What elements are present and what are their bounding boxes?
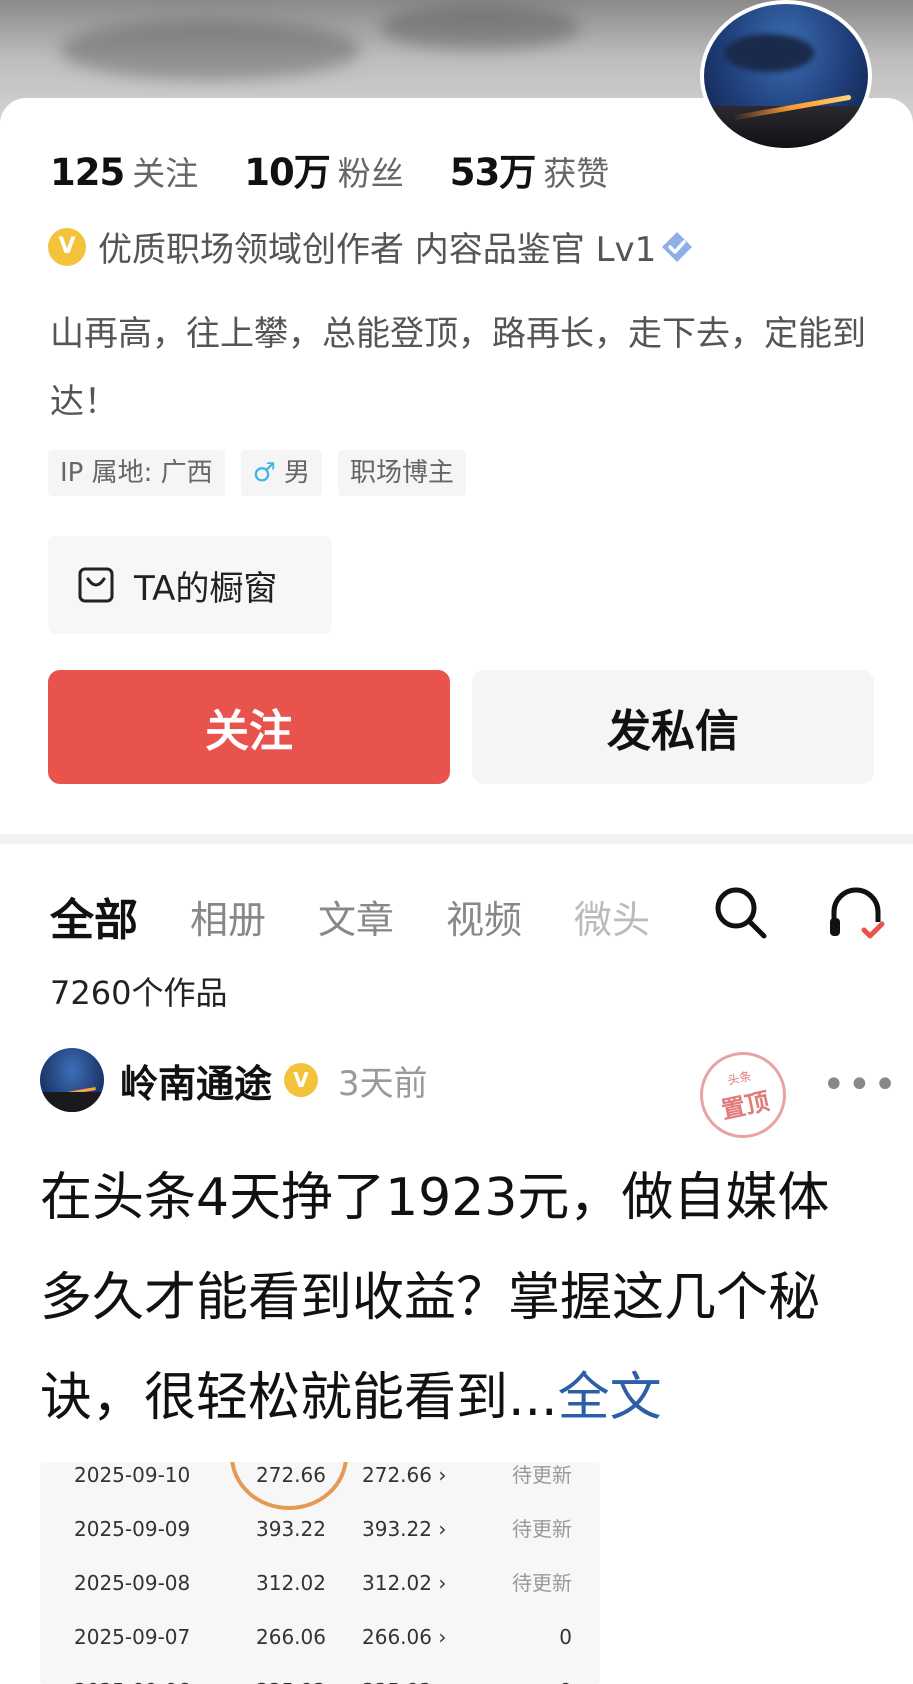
row-status: 待更新 [512,1571,572,1595]
row-date: 2025-09-10 [74,1463,191,1487]
author-avatar[interactable] [40,1048,104,1112]
profile-tags: IP 属地: 广西 ♂ 男 职场博主 [48,450,482,496]
row-status: 0 [559,1625,572,1649]
row-value-b: 272.66 › [362,1463,447,1487]
send-message-button[interactable]: 发私信 [472,670,874,784]
certification-row[interactable]: V 优质职场领域创作者 内容品鉴官 Lv1 [48,222,694,271]
post-thumbnail[interactable]: 2025-09-10 272.66 272.66 › 待更新 2025-09-0… [40,1462,600,1684]
tab-album[interactable]: 相册 [190,889,266,944]
row-status: 待更新 [512,1463,572,1487]
post-title[interactable]: 在头条4天挣了1923元，做自媒体多久才能看到收益？掌握这几个秘诀，很轻松就能看… [40,1148,880,1448]
row-date: 2025-09-06 [74,1664,190,1684]
stat-value: 10万 [244,151,330,194]
shop-window-label: TA的橱窗 [134,568,278,609]
tag-gender-text: 男 [283,458,310,488]
shopping-bag-icon [78,567,114,603]
row-date: 2025-09-09 [74,1517,191,1541]
stat-followers[interactable]: 10万 粉丝 [244,142,404,196]
headphones-icon[interactable] [826,884,886,944]
row-value-a: 393.22 [256,1517,326,1541]
table-row: 2025-09-07 266.06 266.06 › 0 [40,1610,600,1664]
stat-value: 53万 [449,151,536,194]
row-date: 2025-09-07 [74,1625,191,1649]
follow-button[interactable]: 关注 [48,670,450,784]
row-status: 0 [472,1664,572,1684]
tab-all[interactable]: 全部 [50,884,138,948]
profile-avatar[interactable] [700,0,872,152]
row-value-b: 312.02 › [362,1571,447,1595]
male-icon: ♂ [252,458,276,488]
certification-text: 优质职场领域创作者 内容品鉴官 Lv1 [98,230,657,270]
profile-bio: 山再高，往上攀，总能登顶，路再长，走下去，定能到达！ [50,314,866,422]
row-value-b: 393.22 › [362,1517,447,1541]
row-value-b: 266.06 › [362,1625,447,1649]
row-date: 2025-09-08 [74,1571,191,1595]
v-badge-icon: V [284,1063,319,1097]
row-value-a: 272.66 [256,1463,326,1487]
tab-micro-headlines[interactable]: 微头 [574,889,650,944]
full-text-link[interactable]: 全文 [558,1368,662,1428]
stat-label: 粉丝 [337,154,404,193]
section-divider [0,834,913,844]
table-row: 2025-09-06 325.92 325.92 › 0 [40,1664,600,1684]
post-header: 岭南通途 V 3天前 [40,1048,428,1112]
row-value-a: 266.06 [256,1625,326,1649]
tag-ip-location: IP 属地: 广西 [48,450,225,496]
post-title-text: 在头条4天挣了1923元，做自媒体多久才能看到收益？掌握这几个秘诀，很轻松就能看… [40,1168,830,1428]
tag-ip-text: IP 属地: 广西 [60,458,213,488]
row-value-a: 312.02 [256,1571,326,1595]
table-row: 2025-09-10 272.66 272.66 › 待更新 [40,1462,600,1502]
stat-value: 125 [50,151,125,194]
stamp-big-text: 置顶 [718,1087,772,1125]
stat-label: 关注 [132,154,199,193]
row-value-b: 325.92 › [362,1664,446,1684]
tab-articles[interactable]: 文章 [318,889,394,944]
stat-likes[interactable]: 53万 获赞 [450,142,610,196]
row-value-a: 325.92 [256,1664,326,1684]
tag-role-text: 职场博主 [349,458,454,488]
verified-diamond-icon [662,231,693,262]
profile-stats: 125 关注 10万 粉丝 53万 获赞 [50,142,655,196]
pinned-stamp-icon: 头条 置顶 [691,1043,795,1147]
works-count: 7260个作品 [50,974,228,1012]
stat-following[interactable]: 125 关注 [50,147,198,195]
table-row: 2025-09-09 393.22 393.22 › 待更新 [40,1502,600,1556]
search-icon[interactable] [712,884,768,940]
row-status: 待更新 [512,1517,572,1541]
v-badge-icon: V [48,227,86,266]
tag-gender: ♂ 男 [240,450,322,496]
content-tabs: 全部 相册 文章 视频 微头 [50,884,702,948]
author-name[interactable]: 岭南通途 [120,1053,272,1108]
shop-window-button[interactable]: TA的橱窗 [48,536,332,634]
table-row: 2025-09-08 312.02 312.02 › 待更新 [40,1556,600,1610]
tab-videos[interactable]: 视频 [446,889,522,944]
tag-role: 职场博主 [337,450,466,496]
post-time: 3天前 [338,1063,428,1104]
stat-label: 获赞 [543,154,610,193]
more-options-icon[interactable]: ••• [822,1062,899,1108]
